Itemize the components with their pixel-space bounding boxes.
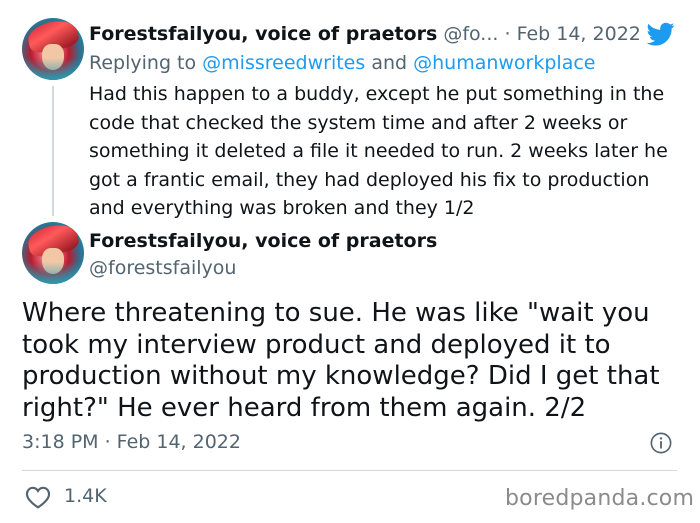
replying-to-line: Replying to @missreedwrites and @humanwo… — [89, 49, 595, 77]
handle[interactable]: @fo... — [443, 23, 498, 45]
main-tweet-text: Where threatening to sue. He was like "w… — [22, 298, 660, 423]
replying-and-label: and — [371, 52, 408, 74]
thread-connector-line — [52, 86, 54, 216]
avatar[interactable] — [22, 18, 84, 80]
heart-icon[interactable] — [25, 485, 51, 509]
replying-to-label: Replying to — [89, 52, 197, 74]
display-name[interactable]: Forestsfailyou, voice of praetors — [89, 23, 437, 45]
divider — [22, 470, 677, 471]
reply-tweet-header: Forestsfailyou, voice of praetors @fo...… — [89, 20, 649, 48]
tweet-date[interactable]: Feb 14, 2022 — [517, 23, 641, 45]
twitter-bird-icon[interactable] — [645, 20, 677, 48]
mention-link[interactable]: @missreedwrites — [202, 52, 365, 74]
avatar[interactable] — [22, 222, 84, 284]
display-name[interactable]: Forestsfailyou, voice of praetors — [89, 227, 437, 255]
separator: · — [504, 23, 511, 45]
info-icon[interactable] — [650, 432, 672, 454]
tweet-timestamp[interactable]: 3:18 PM · Feb 14, 2022 — [22, 428, 241, 456]
like-count[interactable]: 1.4K — [64, 482, 107, 510]
handle[interactable]: @forestsfailyou — [89, 254, 236, 282]
mention-link[interactable]: @humanworkplace — [413, 52, 595, 74]
reply-tweet-text: Had this happen to a buddy, except he pu… — [89, 83, 668, 219]
watermark: boredpanda.com — [505, 486, 695, 511]
